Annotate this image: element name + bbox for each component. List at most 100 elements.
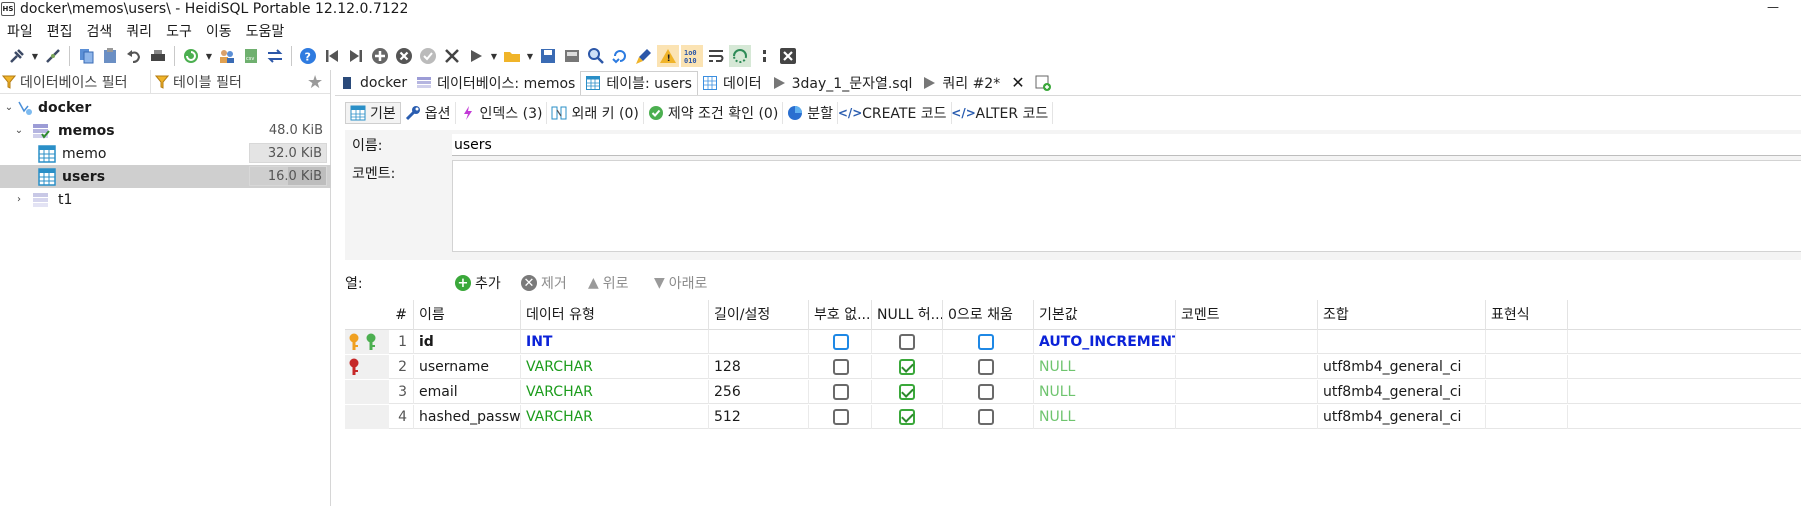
column-name-cell[interactable]: id (414, 330, 521, 354)
length-cell[interactable] (709, 330, 809, 354)
comment-cell[interactable] (1176, 355, 1318, 379)
menu-query[interactable]: 쿼리 (119, 21, 159, 41)
datatype-cell[interactable]: VARCHAR (521, 355, 709, 379)
post-record-icon[interactable] (417, 45, 439, 67)
menu-edit[interactable]: 편집 (40, 21, 80, 41)
expression-cell[interactable] (1486, 380, 1568, 404)
table-row[interactable]: 4 hashed_passw... VARCHAR 512 NULL utf8m… (345, 405, 1801, 429)
column-name-cell[interactable]: username (414, 355, 521, 379)
length-cell[interactable]: 512 (709, 405, 809, 429)
header-allow-null[interactable]: NULL 허... (872, 300, 943, 330)
refresh-icon[interactable] (180, 45, 202, 67)
tab-create-code[interactable]: </> CREATE 코드 (838, 102, 952, 124)
datatype-cell[interactable]: INT (521, 330, 709, 354)
unsigned-checkbox[interactable] (833, 334, 849, 350)
table-row[interactable]: 2 username VARCHAR 128 NULL utf8mb4_gene… (345, 355, 1801, 379)
tree-item-t1[interactable]: › t1 (0, 188, 331, 211)
header-expression[interactable]: 표현식 (1486, 300, 1568, 330)
unsigned-cell[interactable] (809, 405, 872, 429)
allow-null-cell[interactable] (872, 405, 943, 429)
replace-icon[interactable] (609, 45, 631, 67)
tab-alter-code[interactable]: </> ALTER 코드 (951, 102, 1054, 124)
tab-foreign-keys[interactable]: 외래 키 (0) (547, 102, 644, 124)
unsigned-checkbox[interactable] (833, 409, 849, 425)
database-filter-input[interactable]: 데이터베이스 필터 (0, 70, 148, 94)
header-number[interactable]: # (345, 300, 414, 330)
help-icon[interactable]: ? (297, 45, 319, 67)
minimize-button[interactable]: — (1767, 0, 1779, 14)
menu-go[interactable]: 이동 (199, 21, 239, 41)
default-cell[interactable]: NULL (1034, 405, 1176, 429)
last-record-icon[interactable] (345, 45, 367, 67)
tab-query-2[interactable]: 쿼리 #2* (917, 71, 1005, 95)
table-row[interactable]: 3 email VARCHAR 256 NULL utf8mb4_general… (345, 380, 1801, 404)
tab-table-users[interactable]: 테이블: users (580, 70, 698, 95)
expression-cell[interactable] (1486, 405, 1568, 429)
print-icon[interactable] (147, 45, 169, 67)
chevron-down-icon[interactable]: ⌄ (12, 125, 26, 136)
tab-query-3day[interactable]: 3day_1_문자열.sql (767, 71, 918, 95)
undo-icon[interactable] (123, 45, 145, 67)
allow-null-checkbox[interactable] (899, 409, 915, 425)
wrap-icon[interactable] (705, 45, 727, 67)
table-name-input[interactable] (452, 134, 1801, 156)
tab-data[interactable]: 데이터 (698, 71, 767, 95)
tree-item-memo[interactable]: memo 32.0 KiB (0, 142, 331, 165)
collation-cell[interactable]: utf8mb4_general_ci (1318, 355, 1486, 379)
menu-search[interactable]: 검색 (80, 21, 120, 41)
favorite-star-icon[interactable]: ★ (307, 72, 323, 93)
close-icon[interactable] (777, 45, 799, 67)
comment-cell[interactable] (1176, 330, 1318, 354)
connect-icon[interactable] (6, 45, 28, 67)
paste-icon[interactable] (99, 45, 121, 67)
execute-dropdown-icon[interactable]: ▼ (489, 52, 499, 61)
find-icon[interactable] (585, 45, 607, 67)
auto-refresh-icon[interactable] (729, 45, 751, 67)
execute-query-icon[interactable] (465, 45, 487, 67)
expression-cell[interactable] (1486, 330, 1568, 354)
collation-cell[interactable]: utf8mb4_general_ci (1318, 405, 1486, 429)
zerofill-checkbox[interactable] (978, 359, 994, 375)
clean-icon[interactable] (633, 45, 655, 67)
allow-null-checkbox[interactable] (899, 334, 915, 350)
close-tab-icon[interactable]: ✕ (1011, 73, 1024, 92)
default-cell[interactable]: NULL (1034, 355, 1176, 379)
allow-null-checkbox[interactable] (899, 384, 915, 400)
tree-item-docker[interactable]: ⌄ docker (0, 96, 331, 119)
copy-icon[interactable] (75, 45, 97, 67)
header-length[interactable]: 길이/설정 (709, 300, 809, 330)
disconnect-icon[interactable] (42, 45, 64, 67)
tab-basic[interactable]: 기본 (345, 102, 401, 124)
transfer-icon[interactable] (264, 45, 286, 67)
zerofill-cell[interactable] (943, 405, 1034, 429)
chevron-right-icon[interactable]: › (12, 194, 26, 205)
header-collation[interactable]: 조합 (1318, 300, 1486, 330)
save-icon[interactable] (537, 45, 559, 67)
tree-item-memos[interactable]: ⌄ memos 48.0 KiB (0, 119, 331, 142)
zerofill-cell[interactable] (943, 380, 1034, 404)
tab-database-memos[interactable]: 데이터베이스: memos (412, 71, 580, 95)
header-default[interactable]: 기본값 (1034, 300, 1176, 330)
header-unsigned[interactable]: 부호 없... (809, 300, 872, 330)
user-manager-icon[interactable] (216, 45, 238, 67)
tab-indexes[interactable]: 인덱스 (3) (456, 102, 548, 124)
move-up-button[interactable]: ▲ 위로 (588, 273, 629, 293)
collation-cell[interactable]: utf8mb4_general_ci (1318, 380, 1486, 404)
binary-icon[interactable]: 1o0 010 (681, 45, 703, 67)
header-name[interactable]: 이름 (414, 300, 521, 330)
collation-cell[interactable] (1318, 330, 1486, 354)
column-name-cell[interactable]: hashed_passw... (414, 405, 521, 429)
allow-null-checkbox[interactable] (899, 359, 915, 375)
delete-record-icon[interactable] (393, 45, 415, 67)
unsigned-checkbox[interactable] (833, 359, 849, 375)
export-csv-icon[interactable]: csv (240, 45, 262, 67)
chevron-down-icon[interactable]: ⌄ (2, 102, 16, 113)
add-record-icon[interactable] (369, 45, 391, 67)
header-comment[interactable]: 코멘트 (1176, 300, 1318, 330)
table-comment-textarea[interactable] (452, 160, 1801, 252)
unsigned-cell[interactable] (809, 380, 872, 404)
menu-file[interactable]: 파일 (0, 21, 40, 41)
allow-null-cell[interactable] (872, 380, 943, 404)
remove-column-button[interactable]: ✕ 제거 (521, 273, 567, 293)
length-cell[interactable]: 128 (709, 355, 809, 379)
